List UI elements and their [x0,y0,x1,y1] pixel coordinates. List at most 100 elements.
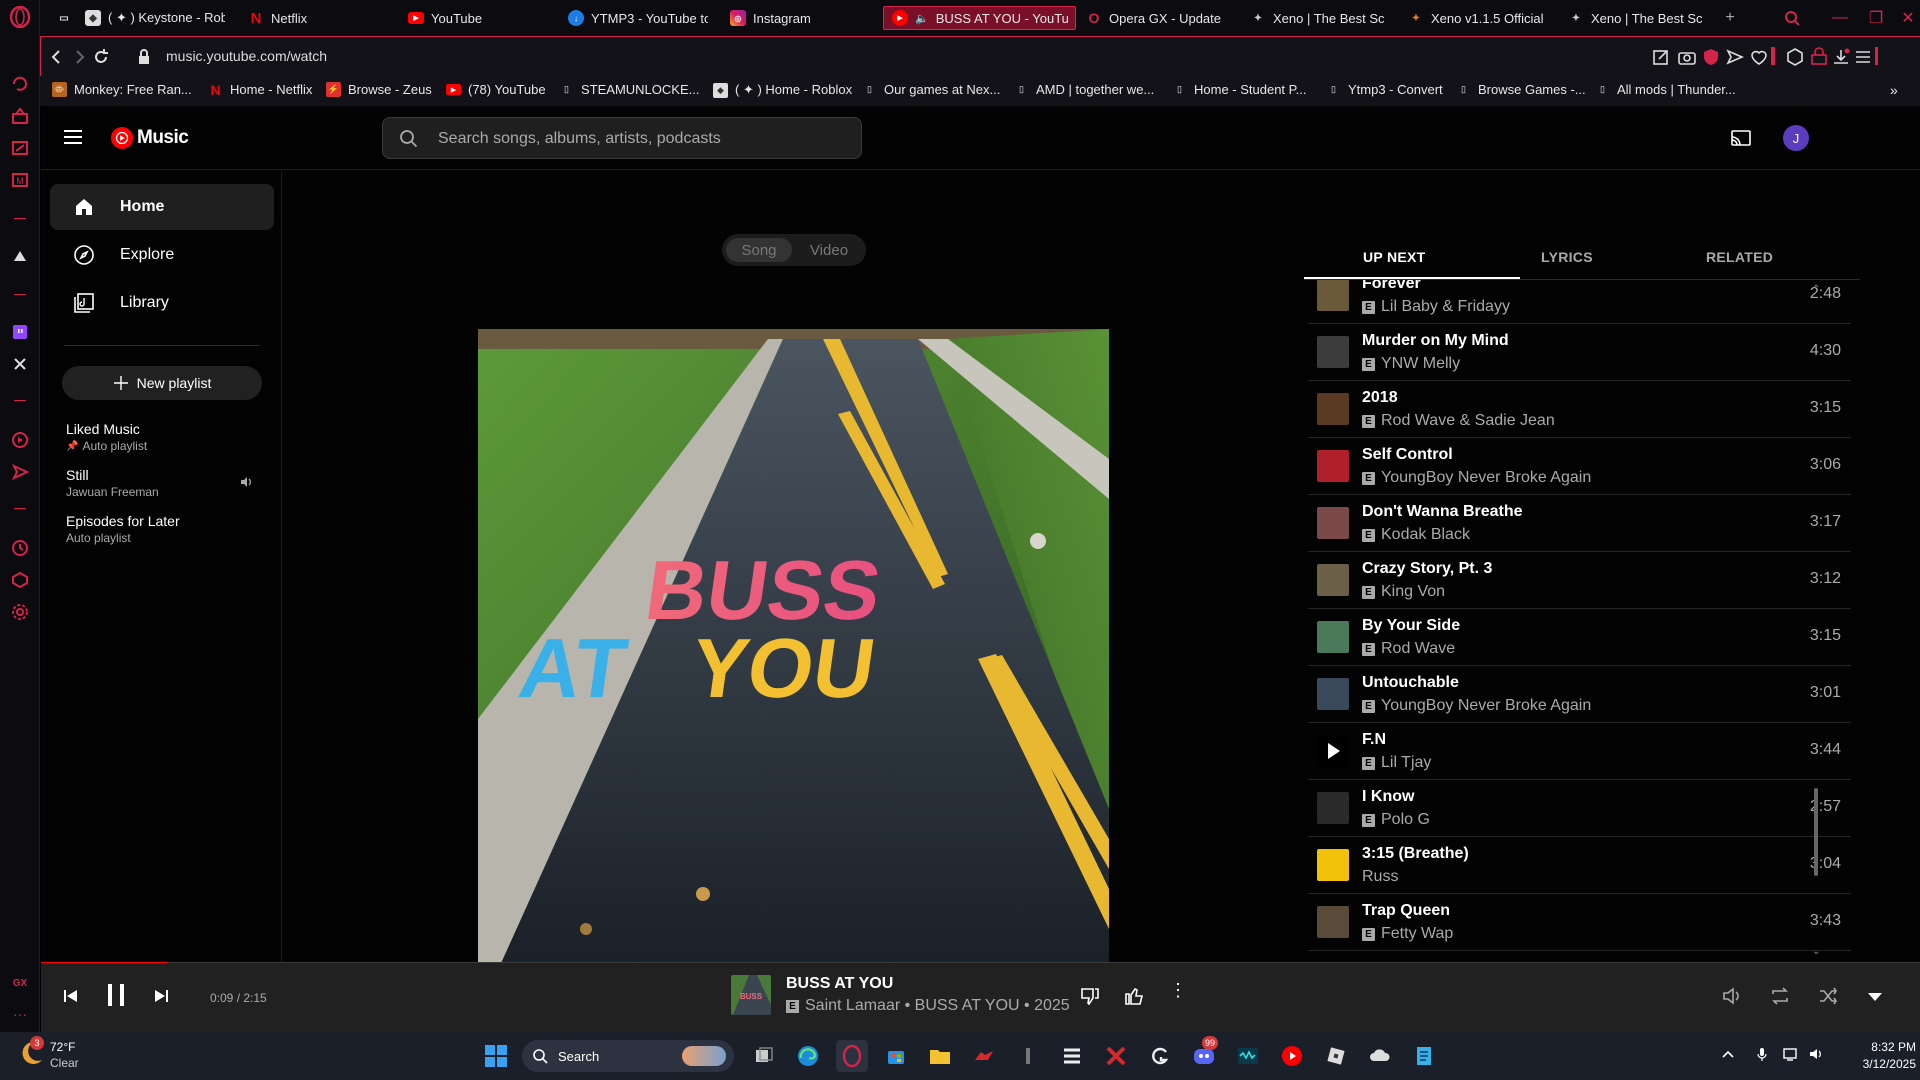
queue-item[interactable]: F.N E Lil Tjay 3:44 [1308,723,1851,780]
shuffle-icon[interactable] [1817,985,1839,1007]
bookmark-item[interactable]: 🐵 Monkey: Free Ran... [52,82,192,97]
edge-icon[interactable] [792,1040,824,1072]
back-icon[interactable] [47,47,67,67]
camera-icon[interactable] [1677,47,1697,67]
next-icon[interactable] [151,986,171,1006]
tab-lyrics[interactable]: LYRICS [1541,249,1593,265]
now-playing-meta[interactable]: E Saint Lamaar • BUSS AT YOU • 2025 [786,997,1070,1015]
nav-home[interactable]: Home [50,184,274,230]
queue-item[interactable]: Self Control E YoungBoy Never Broke Again 3… [1308,438,1851,495]
hamburger-menu-icon[interactable] [63,127,83,147]
bookmark-item[interactable]: ⚡ Browse - Zeus [326,82,432,97]
app-figure-icon[interactable] [1012,1040,1044,1072]
tab-item[interactable]: ↓ YTMP3 - YouTube to [568,6,708,30]
queue-item[interactable]: Crazy Story, Pt. 3 E King Von 3:12 [1308,552,1851,609]
news-icon[interactable] [10,138,30,158]
x-twitter-icon[interactable] [10,354,30,374]
cast-icon[interactable] [1729,126,1753,150]
close-icon[interactable]: ✕ [1896,6,1920,30]
like-icon[interactable] [1123,985,1145,1007]
queue-item[interactable]: Forever E Lil Baby & Fridayy 2:48 [1308,280,1851,324]
pause-icon[interactable] [101,980,131,1010]
ytmusic-logo[interactable]: Music [111,126,189,150]
tab-item[interactable]: N Netflix [248,6,358,30]
bookmark-item[interactable]: ▶ (78) YouTube [446,82,546,97]
notepad-icon[interactable] [1408,1040,1440,1072]
wallet-icon[interactable] [1809,47,1829,67]
more-bookmarks-icon[interactable]: » [1890,82,1898,98]
network-icon[interactable] [1782,1046,1798,1062]
dislike-icon[interactable] [1079,985,1101,1007]
adblock-icon[interactable] [1701,47,1721,67]
volume-icon[interactable] [1721,985,1743,1007]
bookmark-item[interactable]: ▯ STEAMUNLOCKE... [559,82,699,97]
cloud-app-icon[interactable] [1364,1040,1396,1072]
opera-gx-taskbar-icon[interactable] [836,1040,868,1072]
gx-corner-icon[interactable] [10,106,30,126]
new-tab-icon[interactable]: + [1718,6,1742,30]
tab-item[interactable]: O Opera GX - Update [1086,6,1231,30]
bookmark-item[interactable]: ▯ Our games at Nex... [862,82,1000,97]
bookmark-item[interactable]: ▯ All mods | Thunder... [1595,82,1736,97]
bookmark-item[interactable]: ▯ AMD | together we... [1014,82,1154,97]
taskbar-search[interactable]: Search [522,1040,734,1072]
tab-item[interactable]: ▭ [56,6,72,30]
tab-item[interactable]: ◆ ( ✦ ) Keystone - Rob [85,6,225,30]
queue-item[interactable]: Murder on My Mind E YNW Melly 4:30 [1308,324,1851,381]
repeat-icon[interactable] [1769,985,1791,1007]
tab-item[interactable]: ▶ YouTube [408,6,518,30]
player-icon[interactable] [10,430,30,450]
roblox-taskbar-icon[interactable] [1320,1040,1352,1072]
settings-icon[interactable] [10,602,30,622]
scroll-down-icon[interactable]: ⌄ [1812,946,1820,957]
tab-item[interactable]: ◎ Instagram [730,6,850,30]
microphone-icon[interactable] [1754,1046,1770,1062]
bookmark-item[interactable]: N Home - Netflix [208,82,312,98]
now-playing-thumbnail[interactable]: BUSS [731,975,771,1015]
bookmark-item[interactable]: ▯ Browse Games -... [1456,82,1586,97]
scroll-up-icon[interactable]: ⌃ [1812,284,1820,295]
twitch-icon[interactable] [10,322,30,342]
edit-icon[interactable] [1651,47,1671,67]
queue-item[interactable]: 3:15 (Breathe) Russ 3:04 [1308,837,1851,894]
queue-item[interactable]: Don't Wanna Breathe E Kodak Black 3:17 [1308,495,1851,552]
menu-icon[interactable] [1853,47,1873,67]
queue-item[interactable]: I Know E Polo G 2:57 [1308,780,1851,837]
tab-item[interactable]: ✦ Xeno | The Best Scri [1568,6,1703,30]
bookmark-item[interactable]: ▯ Home - Student P... [1172,82,1306,97]
file-explorer-icon[interactable] [924,1040,956,1072]
queue-item[interactable]: 2018 E Rod Wave & Sadie Jean 3:15 [1308,381,1851,438]
expand-player-icon[interactable] [1865,987,1885,1007]
task-view-icon[interactable] [748,1040,780,1072]
tab-item[interactable]: ✦ Xeno v1.1.5 Official D [1408,6,1548,30]
extensions-icon[interactable] [10,570,30,590]
ytmusic-taskbar-icon[interactable] [1276,1040,1308,1072]
volume-tray-icon[interactable] [1808,1046,1824,1062]
bookmark-item[interactable]: ▯ Ytmp3 - Convert [1326,82,1443,97]
tab-up-next[interactable]: UP NEXT [1363,249,1426,265]
x-app-icon[interactable] [1100,1040,1132,1072]
steelseries-icon[interactable] [1056,1040,1088,1072]
forward-icon[interactable] [69,47,89,67]
mail-icon[interactable]: M [10,170,30,190]
tray-chevron-icon[interactable] [1720,1046,1736,1062]
opera-logo-icon[interactable] [9,6,31,28]
bookmark-item[interactable]: ◆ ( ✦ ) Home - Roblox [713,82,852,98]
app-icon[interactable] [10,246,30,266]
avatar[interactable]: J [1783,125,1809,151]
cube-icon[interactable] [1785,47,1805,67]
history-icon[interactable] [10,538,30,558]
previous-icon[interactable] [61,986,81,1006]
queue-item[interactable]: Trap Queen E Fetty Wap 3:43 [1308,894,1851,951]
heart-icon[interactable] [1749,47,1769,67]
download-icon[interactable] [1831,47,1851,67]
tab-related[interactable]: RELATED [1706,249,1773,265]
start-icon[interactable] [480,1040,512,1072]
tab-item-active[interactable]: ▶ 🔈 BUSS AT YOU - YouTu [883,6,1076,30]
url-text[interactable]: music.youtube.com/watch [166,48,327,64]
gx-control-icon[interactable] [10,74,30,94]
reload-icon[interactable] [91,47,111,67]
more-options-icon[interactable]: ⋮ [1169,981,1187,999]
now-playing-title[interactable]: BUSS AT YOU [786,975,893,993]
g-hub-icon[interactable] [1144,1040,1176,1072]
